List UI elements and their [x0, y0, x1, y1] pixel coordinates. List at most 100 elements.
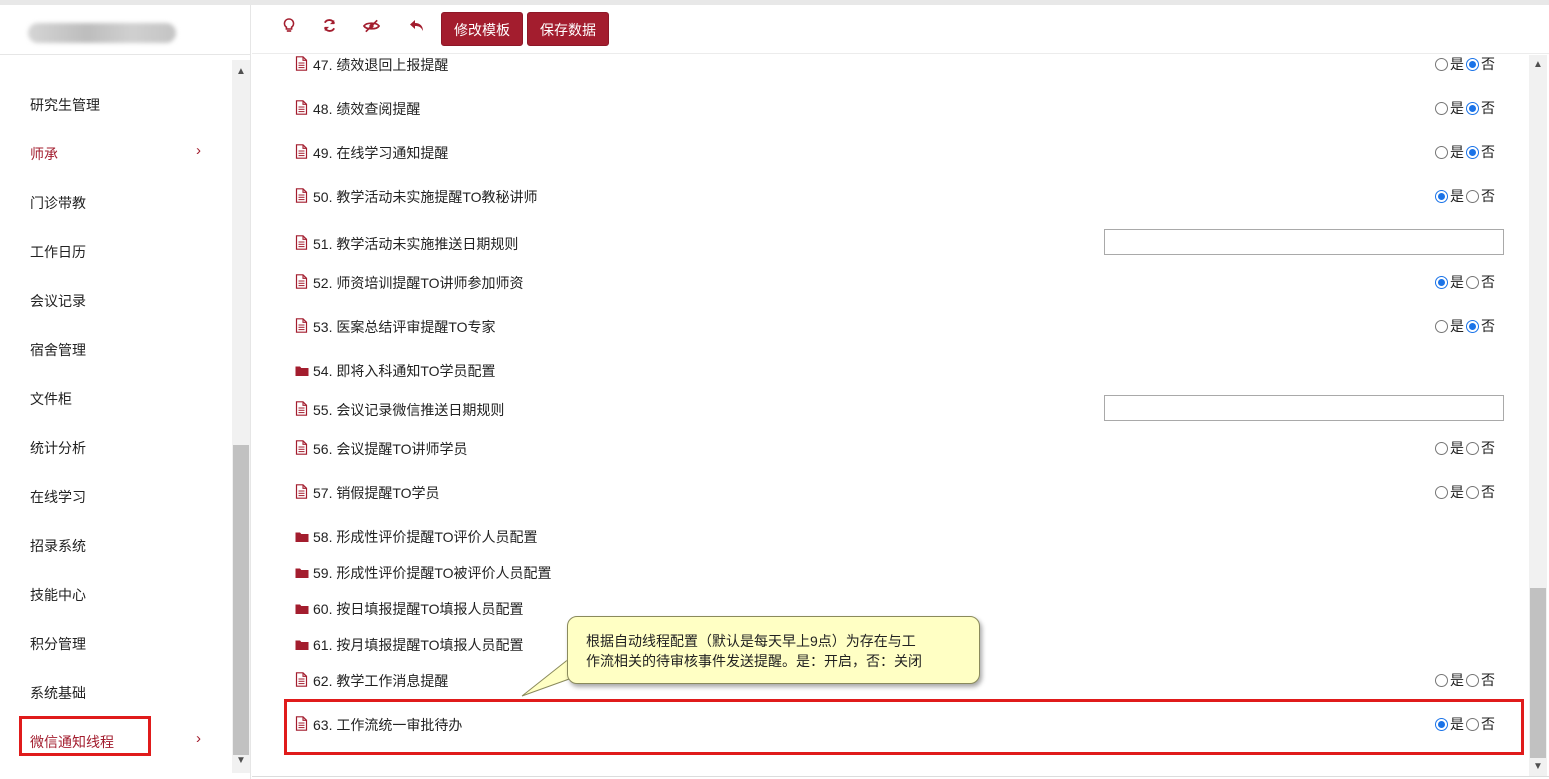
setting-row: 59. 形成性评价提醒TO被评价人员配置	[252, 557, 1529, 587]
rule-input[interactable]	[1104, 395, 1504, 421]
radio-no[interactable]	[1466, 485, 1479, 499]
setting-row: 58. 形成性评价提醒TO评价人员配置	[252, 521, 1529, 551]
radio-yes[interactable]	[1435, 673, 1448, 687]
radio-yes[interactable]	[1435, 319, 1448, 333]
content-scroll-up-icon[interactable]: ▲	[1529, 57, 1547, 73]
sidebar-divider	[0, 54, 251, 55]
radio-no-label[interactable]: 否	[1481, 438, 1495, 458]
document-icon	[295, 318, 309, 334]
sidebar-item-label: 研究生管理	[30, 97, 100, 113]
radio-no-label[interactable]: 否	[1481, 670, 1495, 690]
radio-no-label[interactable]: 否	[1481, 316, 1495, 336]
radio-no[interactable]	[1466, 275, 1479, 289]
radio-yes-label[interactable]: 是	[1450, 272, 1464, 292]
folder-icon	[295, 566, 309, 582]
setting-row: 54. 即将入科通知TO学员配置	[252, 355, 1529, 385]
folder-icon	[295, 602, 309, 618]
highlight-box-row	[284, 699, 1524, 755]
sidebar: 研究生管理师承 › 门诊带教工作日历会议记录宿舍管理文件柜统计分析在线学习招录系统技…	[0, 5, 251, 779]
radio-no[interactable]	[1466, 145, 1479, 159]
sidebar-item-label: 在线学习	[30, 489, 86, 505]
sidebar-scrollbar-thumb[interactable]	[233, 445, 249, 755]
hide-icon[interactable]	[360, 18, 382, 40]
radio-yes-label[interactable]: 是	[1450, 316, 1464, 336]
sidebar-item[interactable]: 积分管理	[0, 623, 232, 663]
setting-label[interactable]: 58. 形成性评价提醒TO评价人员配置	[313, 527, 538, 547]
sidebar-scrollbar[interactable]: ▲ ▼	[232, 60, 250, 773]
scroll-up-icon[interactable]: ▲	[232, 64, 250, 80]
radio-no-label[interactable]: 否	[1481, 272, 1495, 292]
edit-template-button[interactable]: 修改模板	[441, 12, 523, 46]
sidebar-item[interactable]: 研究生管理	[0, 84, 232, 124]
sidebar-item[interactable]: 工作日历	[0, 231, 232, 271]
radio-yes-label[interactable]: 是	[1450, 55, 1464, 74]
setting-label: 53. 医案总结评审提醒TO专家	[313, 319, 496, 335]
radio-no-label[interactable]: 否	[1481, 186, 1495, 206]
content-scroll-down-icon[interactable]: ▼	[1529, 759, 1547, 775]
document-icon	[295, 144, 309, 160]
radio-no[interactable]	[1466, 319, 1479, 333]
yes-no-radio-group: 是否	[1435, 482, 1497, 502]
help-tooltip: 根据自动线程配置（默认是每天早上9点）为存在与工 作流相关的待审核事件发送提醒。…	[567, 616, 980, 684]
radio-yes-label[interactable]: 是	[1450, 438, 1464, 458]
yes-no-radio-group: 是否	[1435, 98, 1497, 118]
radio-yes-label[interactable]: 是	[1450, 98, 1464, 118]
radio-yes-label[interactable]: 是	[1450, 186, 1464, 206]
document-icon	[295, 274, 309, 290]
sidebar-item[interactable]: 师承 ›	[0, 133, 232, 173]
setting-label[interactable]: 60. 按日填报提醒TO填报人员配置	[313, 599, 524, 619]
sidebar-item[interactable]: 文件柜	[0, 378, 232, 418]
setting-label: 55. 会议记录微信推送日期规则	[313, 402, 505, 418]
logo	[28, 23, 176, 43]
setting-label[interactable]: 61. 按月填报提醒TO填报人员配置	[313, 635, 524, 655]
radio-yes-label[interactable]: 是	[1450, 670, 1464, 690]
radio-no-label[interactable]: 否	[1481, 142, 1495, 162]
refresh-icon[interactable]	[318, 18, 340, 40]
sidebar-item[interactable]: 门诊带教	[0, 182, 232, 222]
sidebar-item[interactable]: 统计分析	[0, 427, 232, 467]
radio-yes[interactable]	[1435, 441, 1448, 455]
content-scrollbar-thumb[interactable]	[1530, 588, 1546, 758]
radio-no[interactable]	[1466, 673, 1479, 687]
radio-no[interactable]	[1466, 101, 1479, 115]
radio-yes[interactable]	[1435, 189, 1448, 203]
radio-no[interactable]	[1466, 441, 1479, 455]
sidebar-item[interactable]: 会议记录	[0, 280, 232, 320]
scroll-down-icon[interactable]: ▼	[232, 753, 250, 769]
sidebar-item[interactable]: 宿舍管理	[0, 329, 232, 369]
radio-yes[interactable]	[1435, 57, 1448, 71]
yes-no-radio-group: 是否	[1435, 142, 1497, 162]
sidebar-item[interactable]: 在线学习	[0, 476, 232, 516]
chevron-right-icon: ›	[196, 142, 201, 159]
setting-label: 56. 会议提醒TO讲师学员	[313, 441, 468, 457]
sidebar-item[interactable]: 技能中心	[0, 574, 232, 614]
document-icon	[295, 401, 309, 417]
rule-input[interactable]	[1104, 229, 1504, 255]
save-data-button[interactable]: 保存数据	[527, 12, 609, 46]
document-icon	[295, 235, 309, 251]
bulb-icon[interactable]	[278, 18, 300, 40]
radio-no[interactable]	[1466, 57, 1479, 71]
chevron-right-icon: ›	[196, 730, 201, 747]
radio-no-label[interactable]: 否	[1481, 98, 1495, 118]
setting-label[interactable]: 54. 即将入科通知TO学员配置	[313, 361, 496, 381]
setting-label: 48. 绩效查阅提醒	[313, 101, 421, 117]
setting-row: 52. 师资培训提醒TO讲师参加师资 是否	[252, 267, 1529, 297]
setting-label[interactable]: 59. 形成性评价提醒TO被评价人员配置	[313, 563, 552, 583]
undo-icon[interactable]	[406, 18, 428, 40]
radio-yes-label[interactable]: 是	[1450, 482, 1464, 502]
radio-yes[interactable]	[1435, 145, 1448, 159]
radio-yes[interactable]	[1435, 275, 1448, 289]
content-scrollbar[interactable]: ▲ ▼	[1529, 55, 1547, 777]
radio-yes-label[interactable]: 是	[1450, 142, 1464, 162]
sidebar-item[interactable]: 系统基础	[0, 672, 232, 712]
radio-yes[interactable]	[1435, 101, 1448, 115]
radio-yes[interactable]	[1435, 485, 1448, 499]
radio-no[interactable]	[1466, 189, 1479, 203]
tooltip-line-1: 根据自动线程配置（默认是每天早上9点）为存在与工	[586, 633, 916, 649]
radio-no-label[interactable]: 否	[1481, 482, 1495, 502]
sidebar-item[interactable]: 招录系统	[0, 525, 232, 565]
setting-row: 56. 会议提醒TO讲师学员 是否	[252, 433, 1529, 463]
radio-no-label[interactable]: 否	[1481, 55, 1495, 74]
yes-no-radio-group: 是否	[1435, 186, 1497, 206]
